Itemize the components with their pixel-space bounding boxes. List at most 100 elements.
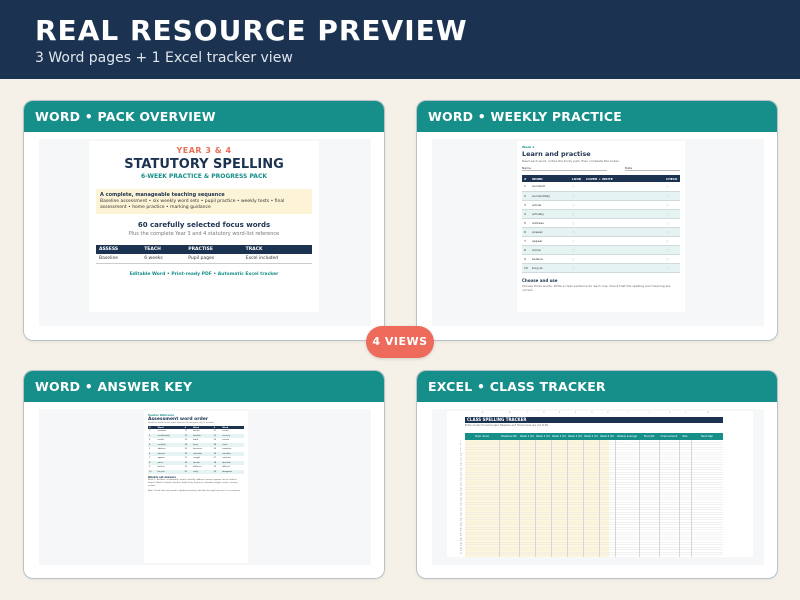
word-cell: arrive xyxy=(530,245,570,255)
table-row: 10 bicycle ▢ ▢ xyxy=(522,263,680,273)
grid-column-line xyxy=(535,440,536,557)
overview-table: ASSESS TEACH PRACTISE TRACK Baseline 6 w… xyxy=(96,245,312,264)
word-cell: actual xyxy=(530,200,570,210)
column-letter: F xyxy=(575,412,577,414)
write-cell xyxy=(584,191,664,201)
row-number: 5 xyxy=(522,218,530,228)
table-cell: 10 xyxy=(148,469,157,474)
write-cell xyxy=(584,254,664,264)
table-header: TEACH xyxy=(141,245,186,254)
row-number: 7 xyxy=(522,236,530,246)
sheet-header-cell: Improvement xyxy=(660,435,678,438)
grid-column-line xyxy=(599,440,600,557)
column-letter: B xyxy=(509,412,511,414)
table-row: 2 accidentally ▢ ▢ xyxy=(522,191,680,201)
grid-column-line xyxy=(583,440,584,557)
word-cell: address xyxy=(530,218,570,228)
page-header: REAL RESOURCE PREVIEW 3 Word pages + 1 E… xyxy=(0,0,800,79)
grid-column-line xyxy=(499,440,500,557)
date-label: Date xyxy=(625,166,680,171)
document-page: Teacher Reference Assessment word order … xyxy=(144,411,248,563)
word-cell: actually xyxy=(530,209,570,219)
write-cell xyxy=(584,182,664,192)
column-letter: K xyxy=(669,412,671,414)
grid-column-line xyxy=(551,440,552,557)
table-header: ASSESS xyxy=(96,245,142,254)
document-page: Week 1 Learn and practise Read each word… xyxy=(517,141,685,312)
preview-stage: YEAR 3 & 4 STATUTORY SPELLING 6-WEEK PRA… xyxy=(39,139,371,326)
sheet-header-cell: Weekly average /10 xyxy=(616,435,638,445)
sheet-instructions: Enter scores for each pupil. Baseline an… xyxy=(465,424,549,427)
sheet-header-cell: Week 5 /10 xyxy=(583,435,599,438)
table-header: PRACTISE xyxy=(185,245,243,254)
row-numbers: 5 6 7 8 9 10 11 12 13 14 15 16 17 18 19 20 21 22 23 24 25 26 2… xyxy=(460,440,463,555)
check-cell: ▢ xyxy=(664,191,680,201)
table-cell: Excel included xyxy=(242,254,312,264)
check-cell: ▢ xyxy=(664,209,680,219)
word-cell: appear xyxy=(530,236,570,246)
sheet-header-cell: Pupil name xyxy=(475,435,489,438)
spreadsheet-view: CLASS SPELLING TRACKER Enter scores for … xyxy=(447,411,753,557)
row-number: 3 xyxy=(522,200,530,210)
card-weekly-practice: WORD • WEEKLY PRACTICE Week 1 Learn and … xyxy=(416,100,778,341)
look-cell: ▢ xyxy=(570,263,584,273)
check-cell: ▢ xyxy=(664,236,680,246)
column-letter: J xyxy=(649,412,650,414)
check-cell: ▢ xyxy=(664,245,680,255)
column-letter: D xyxy=(543,412,545,414)
write-cell xyxy=(584,263,664,273)
look-cell: ▢ xyxy=(570,236,584,246)
column-letter: G xyxy=(591,412,593,414)
note-title: A complete, manageable teaching sequence xyxy=(100,192,225,198)
sheet-header-cell: Next step xyxy=(700,435,714,438)
grid-column-line xyxy=(519,440,520,557)
instructions: Read the words in this order and use the… xyxy=(148,422,215,424)
practice-table: # WORD LOOK COVER + WRITE CHECK 1 acciden… xyxy=(522,175,680,273)
word-cell: answer xyxy=(530,227,570,237)
name-label: Name xyxy=(522,166,607,171)
column-letter: M xyxy=(707,412,709,414)
column-letter: I xyxy=(627,412,628,414)
document-title: Learn and practise xyxy=(522,150,591,158)
look-cell: ▢ xyxy=(570,245,584,255)
views-badge: 4 VIEWS xyxy=(366,326,434,358)
write-cell xyxy=(584,200,664,210)
column-letter: L xyxy=(685,412,687,414)
row-number: 2 xyxy=(522,191,530,201)
table-cell: early xyxy=(192,469,213,474)
look-cell: ▢ xyxy=(570,227,584,237)
answer-note: Note: Check that each word is spelled ac… xyxy=(148,490,241,492)
word-cell: accident xyxy=(530,182,570,192)
row-number: 10 xyxy=(522,263,530,273)
table-cell: 6 weeks xyxy=(141,254,186,264)
row-number: 8 xyxy=(522,245,530,255)
document-subtitle: 6-WEEK PRACTICE & PROGRESS PACK xyxy=(140,173,268,180)
grid-column-line xyxy=(691,440,692,557)
card-answer-key: WORD • ANSWER KEY Teacher Reference Asse… xyxy=(23,370,385,579)
name-date-row: Name Date xyxy=(522,166,680,171)
word-cell: accidentally xyxy=(530,191,570,201)
preview-stage: Teacher Reference Assessment word order … xyxy=(39,409,371,565)
table-row: 7 appear ▢ ▢ xyxy=(522,236,680,246)
sheet-header-cell: Week 6 /10 xyxy=(599,435,615,438)
table-cell: 20 xyxy=(183,469,193,474)
card-pack-overview: WORD • PACK OVERVIEW YEAR 3 & 4 STATUTOR… xyxy=(23,100,385,341)
table-row: 9 believe ▢ ▢ xyxy=(522,254,680,264)
word-cell: bicycle xyxy=(530,263,570,273)
write-cell xyxy=(584,236,664,246)
write-cell xyxy=(584,218,664,228)
focus-word-count: 60 carefully selected focus words xyxy=(137,221,271,229)
table-header: WORD xyxy=(530,175,570,182)
write-cell xyxy=(584,209,664,219)
card-label: WORD • WEEKLY PRACTICE xyxy=(417,101,777,132)
grid-column-line xyxy=(615,440,616,557)
sheet-header-row: Pupil name Baseline /60 Week 1 /10 Week 2 /… xyxy=(465,433,723,445)
table-row: 3 actual ▢ ▢ xyxy=(522,200,680,210)
table-header: # xyxy=(522,175,530,182)
look-cell: ▢ xyxy=(570,182,584,192)
preview-stage: CLASS SPELLING TRACKER Enter scores for … xyxy=(432,409,764,565)
row-number: 6 xyxy=(522,227,530,237)
marking-text: Week 1: accident, accidentally, actual, … xyxy=(148,479,239,487)
year-label: YEAR 3 & 4 xyxy=(176,146,232,155)
look-cell: ▢ xyxy=(570,200,584,210)
